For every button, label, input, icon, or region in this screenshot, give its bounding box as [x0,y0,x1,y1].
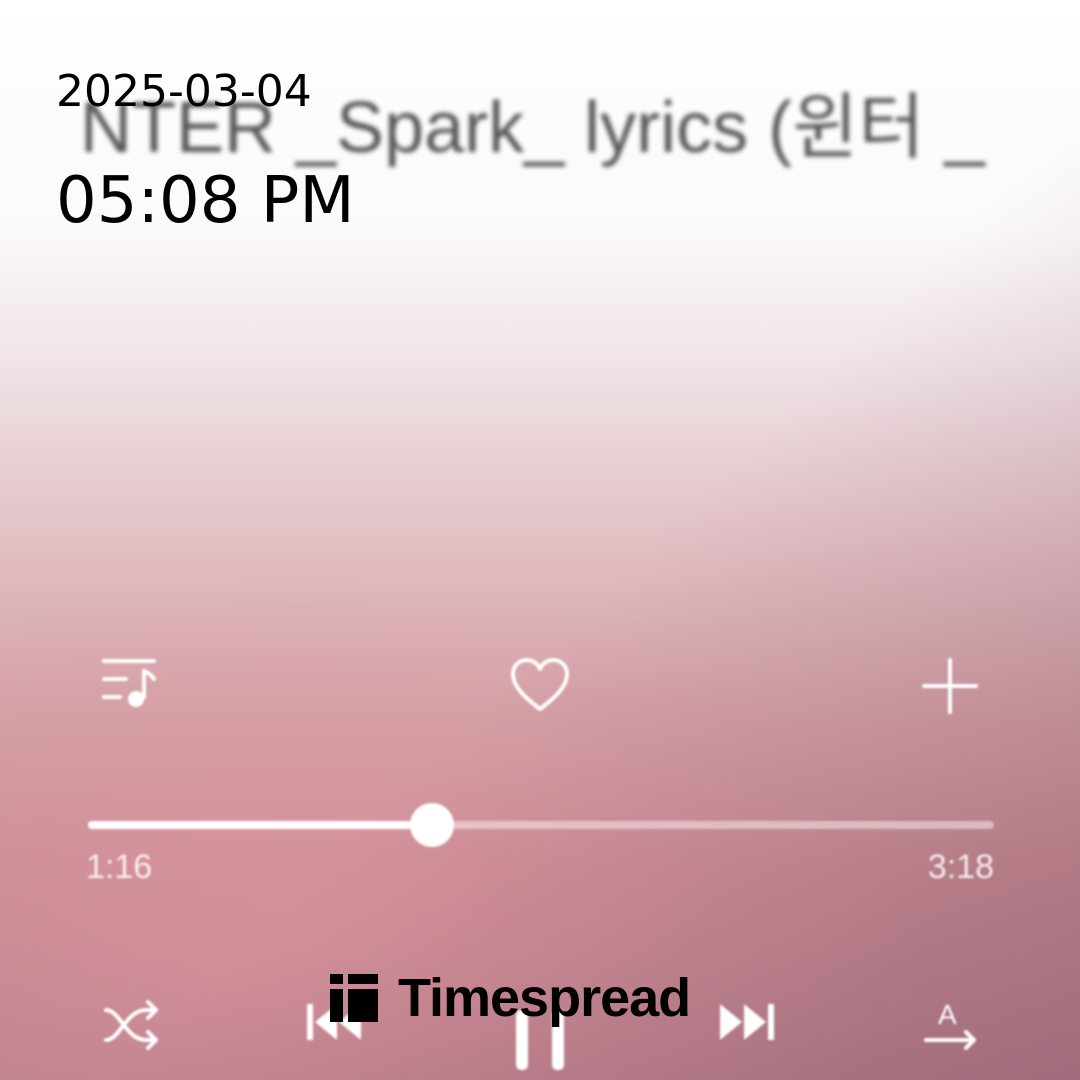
translate-lyrics-icon[interactable]: A [924,996,980,1056]
progress-fill [88,821,433,829]
date-stamp: 2025-03-04 [56,66,312,117]
timespread-watermark: Timespread [330,968,691,1028]
watermark-text: Timespread [398,968,691,1028]
svg-text:A: A [938,999,957,1030]
plus-icon[interactable] [920,656,980,720]
timespread-logo-icon [330,974,378,1022]
elapsed-time: 1:16 [86,848,153,886]
time-stamp: 05:08 PM [56,164,355,238]
skip-next-icon[interactable] [716,1000,776,1048]
progress-thumb[interactable] [410,803,455,847]
progress-bar[interactable] [88,803,994,847]
playlist-music-icon[interactable] [100,655,160,715]
total-duration: 3:18 [927,848,994,886]
shuffle-icon[interactable] [102,1000,162,1054]
heart-outline-icon[interactable] [508,656,572,718]
